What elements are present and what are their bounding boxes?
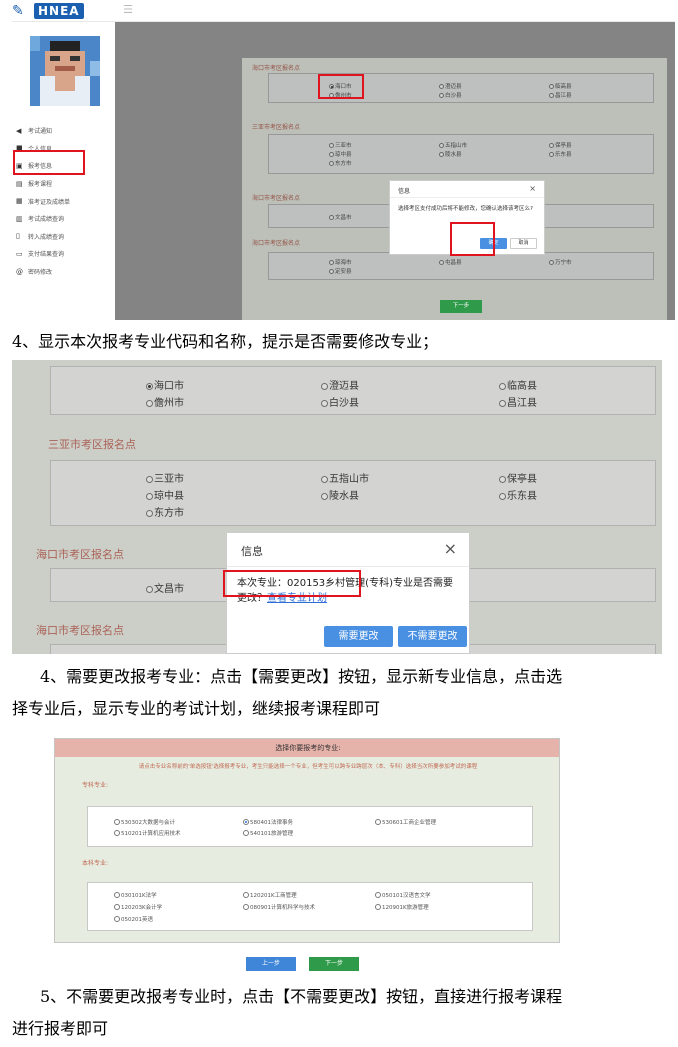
print-icon: ▦	[16, 197, 23, 206]
radio-icon	[375, 904, 381, 910]
step-5-line2: 进行报考即可	[12, 1019, 109, 1038]
radio-icon	[114, 830, 120, 836]
logo-mark-icon: ✎	[12, 2, 24, 19]
step-4b-line2: 择专业后，显示专业的考试计划，继续报考课程即可	[12, 699, 381, 718]
at-icon: @	[16, 267, 23, 276]
highlight-box	[13, 150, 85, 175]
radio-option[interactable]: 120201K工商管理	[243, 891, 297, 899]
sidebar-nav: ◀ 考试通知 ■ 个人信息 ▣ 报考信息 ▤ 报考课程 ▦ 准考证及成绩单 ▥ 考试成绩查询…	[16, 122, 112, 280]
highlight-box	[450, 222, 495, 256]
step-4-text: 4、显示本次报考专业代码和名称，提示是否需要修改专业；	[12, 332, 439, 351]
radio-option[interactable]: 530601工商企业管理	[375, 818, 436, 826]
radio-icon	[243, 830, 249, 836]
highlight-box	[318, 74, 364, 99]
radio-option[interactable]: 030101K法学	[114, 891, 157, 899]
radio-option[interactable]: 510201计算机应用技术	[114, 829, 181, 837]
calendar-icon: ▥	[16, 214, 23, 223]
radio-option[interactable]: 080901计算机科学与技术	[243, 903, 315, 911]
top-bar: ✎ HNEA ☰	[12, 0, 675, 22]
prev-button[interactable]: 上一步	[246, 957, 296, 971]
no-change-button[interactable]: 不需要更改	[398, 626, 467, 647]
dialog-title: 信息	[398, 188, 411, 195]
logo: ✎ HNEA	[12, 2, 84, 19]
dialog-header: 信息 ×	[227, 533, 469, 567]
radio-icon	[243, 904, 249, 910]
radio-icon	[375, 892, 381, 898]
instruction-note: 请点击专业名称前的'单选按钮'选择报考专业，考生只能选择一个专业，但考生可以跨专…	[138, 764, 478, 770]
step-4b-line1: 4、需要更改报考专业：点击【需要更改】按钮，显示新专业信息，点击选	[40, 667, 563, 686]
close-icon[interactable]: ×	[529, 184, 536, 193]
screenshot-region-selection: ✎ HNEA ☰ ◀ 考试通知 ■ 个人信息 ▣ 报考信息 ▤ 报考课程 ▦ 准…	[12, 0, 675, 320]
megaphone-icon: ◀	[16, 126, 22, 135]
radio-icon	[375, 819, 381, 825]
screenshot-major-select: 选择你要报考的专业: 请点击专业名称前的'单选按钮'选择报考专业，考生只能选择一…	[54, 738, 560, 943]
radio-option[interactable]: 580401法律事务	[243, 818, 293, 826]
list-icon: ▤	[16, 179, 23, 188]
radio-option[interactable]: 530302大数据与会计	[114, 818, 175, 826]
sidebar-item-password[interactable]: @ 密码修改	[16, 263, 112, 281]
radio-option[interactable]: 540101旅游管理	[243, 829, 293, 837]
radio-option[interactable]: 120203K会计学	[114, 903, 162, 911]
screenshot-major-confirm: 海口市 澄迈县 临高县 儋州市 白沙县 昌江县 三亚市考区报名点 三亚市 五指山…	[12, 360, 662, 654]
sidebar-item-admission[interactable]: ▦ 准考证及成绩单	[16, 192, 112, 210]
sidebar-item-scores[interactable]: ▥ 考试成绩查询	[16, 210, 112, 228]
document-icon: ▯	[16, 232, 20, 241]
radio-icon	[114, 916, 120, 922]
radio-option[interactable]: 120901K旅游管理	[375, 903, 429, 911]
logo-text: HNEA	[34, 2, 84, 19]
radio-checked-icon	[243, 819, 249, 825]
modal-overlay	[115, 22, 675, 320]
dialog-header: 信息 ×	[390, 181, 544, 198]
radio-option[interactable]: 050201英语	[114, 915, 153, 923]
sidebar-item-payment[interactable]: ▭ 支付结果查询	[16, 245, 112, 263]
radio-icon	[114, 904, 120, 910]
menu-toggle-icon[interactable]: ☰	[120, 3, 136, 19]
panel-header: 选择你要报考的专业:	[55, 739, 559, 757]
dialog-title: 信息	[241, 545, 263, 558]
zk-label: 专科专业:	[82, 782, 109, 789]
next-button[interactable]: 下一步	[440, 300, 482, 313]
avatar	[30, 36, 100, 106]
highlight-box	[223, 570, 361, 597]
step-5-line1: 5、不需要更改报考专业时，点击【不需要更改】按钮，直接进行报考课程	[40, 987, 563, 1006]
sidebar-item-notice[interactable]: ◀ 考试通知	[16, 122, 112, 140]
bk-label: 本科专业:	[82, 860, 109, 867]
next-button[interactable]: 下一步	[309, 957, 359, 971]
zk-options-box: 530302大数据与会计 510201计算机应用技术 580401法律事务 54…	[87, 806, 533, 847]
radio-option[interactable]: 050101汉语言文学	[375, 891, 431, 899]
close-icon[interactable]: ×	[444, 539, 457, 558]
sidebar-item-apply-course[interactable]: ▤ 报考课程	[16, 175, 112, 193]
sidebar-item-transfer[interactable]: ▯ 转入成绩查询	[16, 228, 112, 246]
cancel-button[interactable]: 取消	[510, 238, 537, 249]
need-change-button[interactable]: 需要更改	[324, 626, 393, 647]
radio-icon	[243, 892, 249, 898]
bk-options-box: 030101K法学 120203K会计学 050201英语 120201K工商管…	[87, 882, 533, 931]
receipt-icon: ▭	[16, 249, 23, 258]
radio-icon	[114, 819, 120, 825]
dialog-message: 选择考区支付成功后将不能修改，您确认选择该考区么?	[398, 206, 533, 212]
radio-icon	[114, 892, 120, 898]
